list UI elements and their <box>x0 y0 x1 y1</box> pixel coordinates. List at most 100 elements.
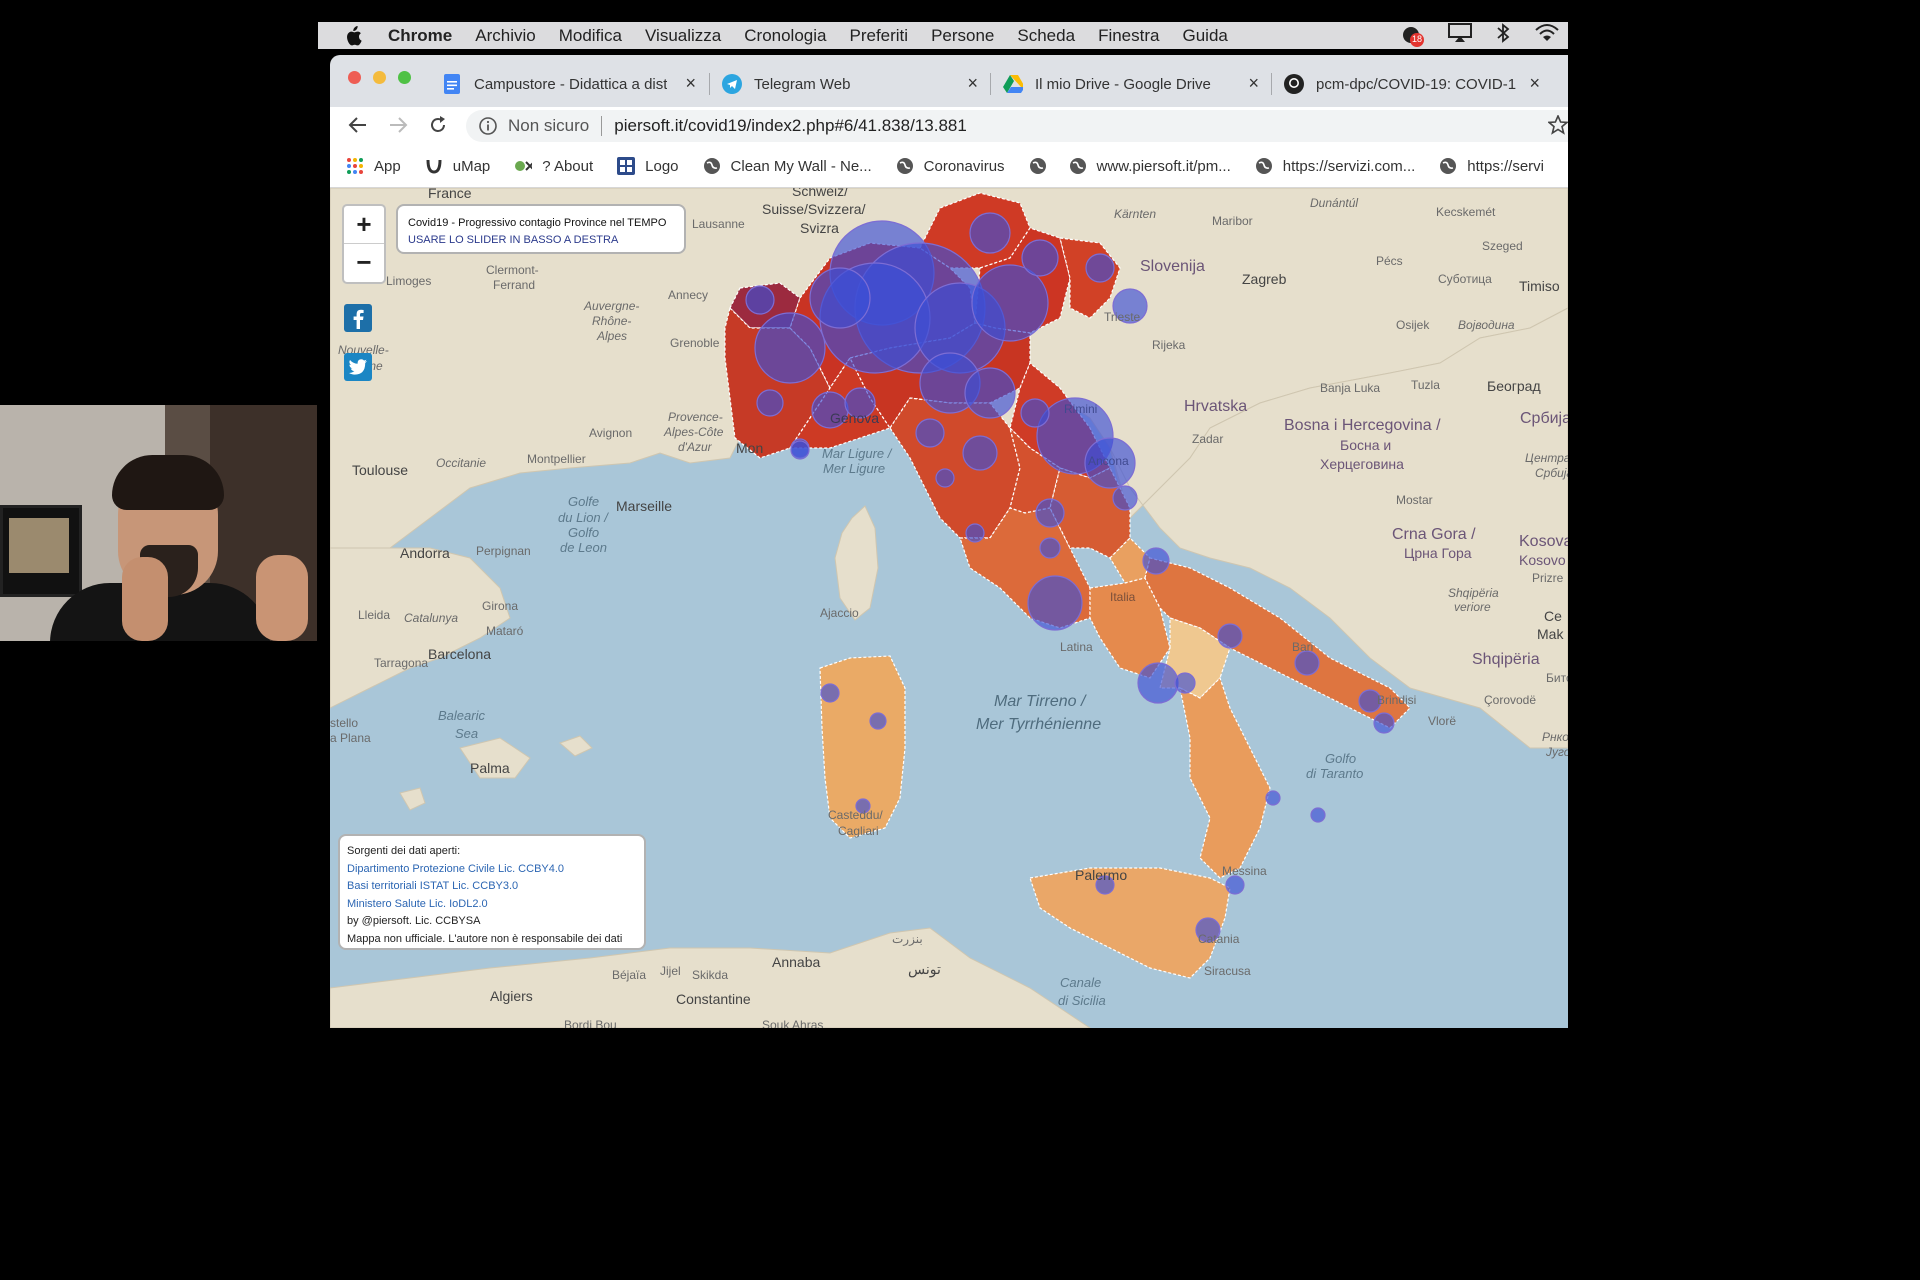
menu-cronologia[interactable]: Cronologia <box>744 26 826 46</box>
label-karnten: Kärnten <box>1114 207 1157 221</box>
bubble <box>1020 398 1050 428</box>
region-toscana <box>889 397 1021 539</box>
label-kosovo: Kosovo <box>1519 552 1566 568</box>
bookmark-about[interactable]: ? About <box>514 157 593 175</box>
bookmark-piersoft[interactable]: www.piersoft.it/pm... <box>1069 157 1231 175</box>
bubble <box>969 212 1011 254</box>
label-svizra: Svizra <box>800 220 839 236</box>
label-tunis: تونس <box>908 961 941 977</box>
apple-icon[interactable] <box>344 25 362 46</box>
notification-count: 18 <box>1412 33 1423 44</box>
bookmark-untitled[interactable] <box>1029 157 1057 175</box>
label-prizren: Prizre <box>1532 571 1564 585</box>
bookmark-umap[interactable]: uMap <box>425 157 490 175</box>
menu-app-name[interactable]: Chrome <box>388 26 452 46</box>
twitter-share-button[interactable] <box>344 353 372 381</box>
info-icon[interactable] <box>478 116 498 136</box>
window-close-button[interactable] <box>348 71 361 84</box>
airplay-icon[interactable] <box>1448 23 1472 48</box>
menu-scheda[interactable]: Scheda <box>1017 26 1075 46</box>
tab-github-covid[interactable]: pcm-dpc/COVID-19: COVID-1 × <box>1284 65 1546 103</box>
bookmark-label: Logo <box>645 157 679 175</box>
tab-close-icon[interactable]: × <box>1529 73 1540 94</box>
bookmark-label: Coronavirus <box>923 157 1005 175</box>
label-pecs: Pécs <box>1376 254 1403 268</box>
address-bar[interactable]: Non sicuro piersoft.it/covid19/index2.ph… <box>466 110 1568 142</box>
label-rijeka: Rijeka <box>1152 338 1186 352</box>
label-brindisi: Brindisi <box>1377 693 1417 707</box>
tab-close-icon[interactable]: × <box>1248 73 1259 94</box>
back-icon[interactable] <box>348 115 368 140</box>
window-minimize-button[interactable] <box>373 71 386 84</box>
label-toulouse: Toulouse <box>352 462 409 478</box>
label-bosna: Bosna i Hercegovina / <box>1284 417 1441 434</box>
label-barcelona: Barcelona <box>428 646 492 662</box>
tab-close-icon[interactable]: × <box>967 73 978 94</box>
label-bitola: Бито <box>1546 671 1568 685</box>
wifi-icon[interactable] <box>1534 23 1560 48</box>
label-zadar: Zadar <box>1192 432 1224 446</box>
bookmarks-bar: App uMap ? About Logo Clean My Wall - Ne… <box>330 145 1568 188</box>
drive-icon <box>1003 74 1023 94</box>
menu-persone[interactable]: Persone <box>931 26 994 46</box>
bookmark-star-icon[interactable] <box>1546 113 1568 140</box>
bookmark-app[interactable]: App <box>346 157 401 175</box>
label-bordj: Bordj Bou <box>564 1018 617 1028</box>
menu-guida[interactable]: Guida <box>1182 26 1227 46</box>
menu-visualizza[interactable]: Visualizza <box>645 26 721 46</box>
source-link-istat[interactable]: Basi territoriali ISTAT Lic. CCBY3.0 <box>347 878 644 896</box>
facebook-icon <box>353 309 364 329</box>
menu-archivio[interactable]: Archivio <box>475 26 535 46</box>
umap-icon <box>425 157 443 175</box>
sources-heading: Sorgenti dei dati aperti: <box>347 845 461 857</box>
label-maribor: Maribor <box>1212 214 1253 228</box>
url-text[interactable]: piersoft.it/covid19/index2.php#6/41.838/… <box>614 116 967 136</box>
label-de-leon: de Leon <box>560 540 607 555</box>
tab-close-icon[interactable]: × <box>685 73 696 94</box>
window-maximize-button[interactable] <box>398 71 411 84</box>
tab-telegram[interactable]: Telegram Web × <box>722 65 984 103</box>
label-veriore: veriore <box>1454 600 1491 614</box>
bubble <box>1265 790 1281 806</box>
covid-map[interactable]: France Schweiz/ Suisse/Svizzera/ Svizra … <box>330 188 1568 1028</box>
bluetooth-icon[interactable] <box>1496 23 1510 48</box>
label-ferrand: Ferrand <box>493 278 536 292</box>
tab-campustore[interactable]: Campustore - Didattica a dist × <box>442 65 702 103</box>
label-clermont: Clermont- <box>486 263 539 277</box>
sources-credit: by @piersoft. Lic. CCBYSA <box>347 915 481 928</box>
bookmark-servi[interactable]: https://servi <box>1439 157 1544 175</box>
source-link-protezione-civile[interactable]: Dipartimento Protezione Civile Lic. CCBY… <box>347 861 644 879</box>
label-rimini: Rimini <box>1064 402 1098 416</box>
bubble <box>869 712 887 730</box>
bookmark-clean-my-wall[interactable]: Clean My Wall - Ne... <box>703 157 872 175</box>
bookmark-coronavirus[interactable]: Coronavirus <box>896 157 1005 175</box>
menu-preferiti[interactable]: Preferiti <box>849 26 908 46</box>
bubble <box>1085 253 1115 283</box>
source-link-ministero-salute[interactable]: Ministero Salute Lic. IoDL2.0 <box>347 896 644 914</box>
menu-finestra[interactable]: Finestra <box>1098 26 1159 46</box>
tab-google-drive[interactable]: Il mio Drive - Google Drive × <box>1003 65 1265 103</box>
label-alpes: Alpes <box>597 329 628 343</box>
bubble <box>962 435 998 471</box>
zoom-out-button[interactable]: − <box>344 244 384 281</box>
bubble <box>1039 537 1061 559</box>
label-di-taranto: di Taranto <box>1306 766 1364 781</box>
bookmark-logo[interactable]: Logo <box>617 157 679 175</box>
forward-icon[interactable] <box>388 115 408 140</box>
facebook-share-button[interactable] <box>344 304 372 332</box>
zoom-in-button[interactable]: + <box>344 206 384 244</box>
info-title: Covid19 - Progressivo contagio Province … <box>408 217 667 229</box>
bubble <box>1027 575 1083 631</box>
reload-icon[interactable] <box>428 115 448 140</box>
label-lleida: Lleida <box>358 608 391 622</box>
globe-icon <box>1255 157 1273 175</box>
label-mer-ligure: Mer Ligure <box>823 461 886 476</box>
webcam-video <box>0 405 317 641</box>
label-timiso: Timiso <box>1519 278 1560 294</box>
notification-badge-icon[interactable]: 18 <box>1402 25 1424 47</box>
land-corsica <box>834 505 879 621</box>
menu-modifica[interactable]: Modifica <box>559 26 622 46</box>
label-kosova: Kosova <box>1519 533 1568 550</box>
bookmark-servizi[interactable]: https://servizi.com... <box>1255 157 1415 175</box>
label-grenoble: Grenoble <box>670 336 720 350</box>
